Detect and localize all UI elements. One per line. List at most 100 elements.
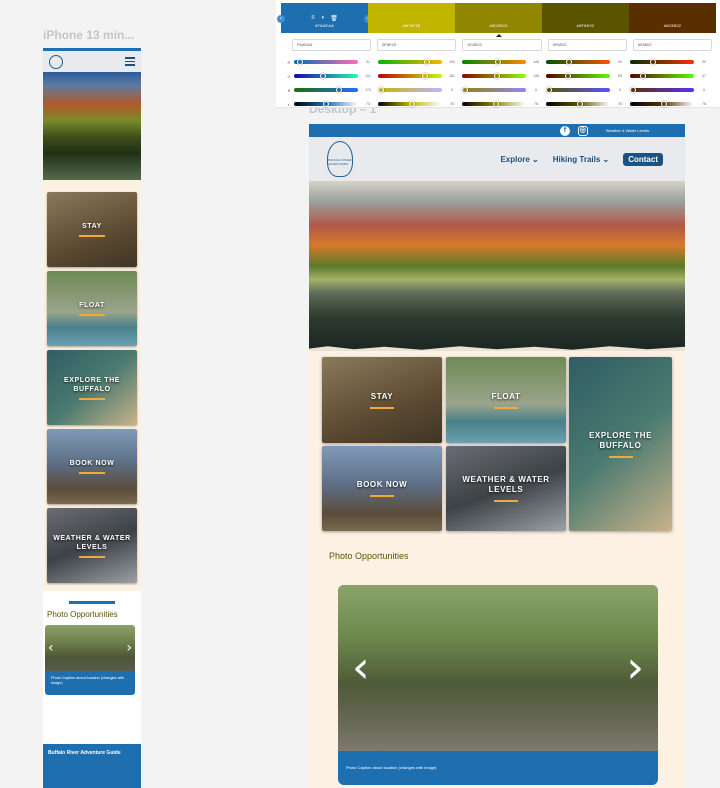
tile-float[interactable]: FLOAT	[446, 357, 566, 443]
slider-row-g: G 111 181 134 83 47	[284, 69, 714, 83]
slider-knob[interactable]	[495, 59, 502, 65]
contact-button[interactable]: Contact	[623, 152, 663, 166]
swatch-row: ≡ ◑ 🗑 ‹ #F6AEAA › #6F6E1E #9C8E02 #5F6E0…	[277, 3, 716, 33]
nav-hiking-trails[interactable]: Hiking Trails ⌄	[553, 155, 610, 164]
slider-track[interactable]	[378, 59, 442, 65]
contrast-icon[interactable]: ◑	[321, 15, 325, 22]
mobile-frame[interactable]: STAY FLOAT EXPLORE THE BUFFALO BOOK NOW …	[43, 48, 141, 788]
slider-track[interactable]	[630, 87, 694, 93]
slider-row-lightness: ◐ 73 76 76 76 76	[284, 97, 714, 111]
tile-label: BOOK NOW	[69, 460, 115, 467]
swatch-4[interactable]: #5F6E02	[542, 3, 629, 33]
swatch-3[interactable]: #9C8E02	[455, 3, 542, 33]
chevron-left-icon[interactable]: ‹	[48, 641, 54, 655]
hex-input-2[interactable]: 6F6E1E	[377, 39, 457, 51]
slider-track[interactable]	[294, 73, 358, 79]
tile-accent-bar	[79, 397, 105, 400]
tile-stay[interactable]: STAY	[47, 192, 137, 267]
slider-knob[interactable]	[492, 101, 499, 107]
slider-track[interactable]	[294, 101, 358, 107]
slider-knob[interactable]	[378, 87, 384, 93]
photo-carousel[interactable]: ‹ › Photo Caption about location (change…	[338, 585, 658, 785]
swatch-5[interactable]: #603B02	[629, 3, 716, 33]
slider-track[interactable]	[546, 101, 610, 107]
slider-knob[interactable]	[408, 101, 415, 107]
slider-knob[interactable]	[546, 87, 552, 93]
slider-track[interactable]	[462, 87, 526, 93]
logo-icon[interactable]	[49, 54, 63, 69]
tile-weather[interactable]: WEATHER & WATER LEVELS	[446, 446, 566, 531]
chevron-right-icon[interactable]: ›	[126, 641, 132, 655]
slider-track[interactable]	[546, 73, 610, 79]
slider-knob[interactable]	[424, 59, 431, 65]
slider-track[interactable]	[378, 73, 442, 79]
channel-label: B	[287, 87, 291, 93]
section-divider	[69, 601, 115, 604]
logo-icon[interactable]: BUFFALO RIVER ADVENTURES	[327, 141, 353, 177]
slider-knob[interactable]	[462, 87, 468, 93]
hex-input-1[interactable]: F6AEAA	[292, 39, 372, 51]
slider-track[interactable]	[630, 73, 694, 79]
slider-knob[interactable]	[660, 101, 667, 107]
slider-knob[interactable]	[323, 101, 330, 107]
tile-book-now[interactable]: BOOK NOW	[322, 446, 442, 531]
arrow-left-icon[interactable]: ‹	[277, 15, 285, 23]
hex-input-5[interactable]: 603B02	[632, 39, 713, 51]
slider-track[interactable]	[546, 87, 610, 93]
tile-label: WEATHER & WATER LEVELS	[53, 534, 131, 551]
slider-knob[interactable]	[296, 59, 303, 65]
slider-knob[interactable]	[576, 101, 583, 107]
tile-float[interactable]: FLOAT	[47, 271, 137, 346]
slider-value: 76	[450, 102, 454, 106]
menu-icon[interactable]: ≡	[311, 15, 315, 22]
tile-book-now[interactable]: BOOK NOW	[47, 429, 137, 504]
slider-knob[interactable]	[494, 73, 500, 79]
tile-weather[interactable]: WEATHER & WATER LEVELS	[47, 508, 137, 583]
tile-label: BOOK NOW	[356, 480, 408, 489]
tile-explore[interactable]: EXPLORE THE BUFFALO	[47, 350, 137, 425]
tile-stay[interactable]: STAY	[322, 357, 442, 443]
nav-explore[interactable]: Explore ⌄	[500, 155, 538, 164]
swatch-1[interactable]: ≡ ◑ 🗑 ‹ #F6AEAA ›	[277, 3, 372, 33]
slider-track[interactable]	[462, 73, 526, 79]
hex-input-4[interactable]: 5F6E02	[547, 39, 627, 51]
slider-track[interactable]	[378, 101, 442, 107]
trash-icon[interactable]: 🗑	[330, 15, 338, 22]
photo-section-title: Photo Opportunities	[47, 610, 118, 619]
tile-accent-bar	[608, 455, 633, 458]
slider-knob[interactable]	[630, 87, 636, 93]
slider-knob[interactable]	[421, 73, 428, 79]
slider-knob[interactable]	[565, 73, 572, 79]
slider-knob[interactable]	[336, 87, 343, 93]
chevron-left-icon[interactable]: ‹	[352, 646, 370, 690]
chevron-right-icon[interactable]: ›	[626, 646, 644, 690]
hamburger-menu-icon[interactable]	[125, 57, 135, 66]
slider-track[interactable]	[546, 59, 610, 65]
photo-carousel[interactable]: ‹ › Photo Caption about location (change…	[45, 625, 135, 695]
swatch-2[interactable]: #6F6E1E	[368, 3, 455, 33]
slider-track[interactable]	[462, 101, 526, 107]
slider-value: 90	[702, 60, 706, 64]
slider-knob[interactable]	[650, 59, 657, 65]
mobile-frame-label[interactable]: iPhone 13 min...	[43, 28, 134, 42]
slider-knob[interactable]	[640, 73, 647, 79]
slider-track[interactable]	[294, 87, 358, 93]
slider-knob[interactable]	[566, 59, 573, 65]
tile-accent-bar	[79, 314, 105, 316]
weather-link[interactable]: Weather & Water Levels	[606, 128, 649, 133]
swatch-hex: #6F6E1E	[402, 23, 421, 28]
instagram-icon[interactable]: ◎	[577, 125, 588, 136]
facebook-icon[interactable]: f	[559, 125, 570, 136]
hex-input-3[interactable]: 9C8E02	[462, 39, 542, 51]
slider-value: 76	[702, 102, 706, 106]
tile-explore[interactable]: EXPLORE THE BUFFALO	[569, 357, 672, 531]
slider-track[interactable]	[462, 59, 526, 65]
desktop-frame[interactable]: f ◎ Weather & Water Levels BUFFALO RIVER…	[309, 124, 685, 788]
slider-track[interactable]	[294, 59, 358, 65]
tile-accent-bar	[494, 406, 518, 409]
slider-knob[interactable]	[319, 73, 326, 79]
swatch-tools: ≡ ◑ 🗑	[281, 15, 368, 22]
slider-track[interactable]	[630, 101, 694, 107]
slider-track[interactable]	[378, 87, 442, 93]
slider-track[interactable]	[630, 59, 694, 65]
